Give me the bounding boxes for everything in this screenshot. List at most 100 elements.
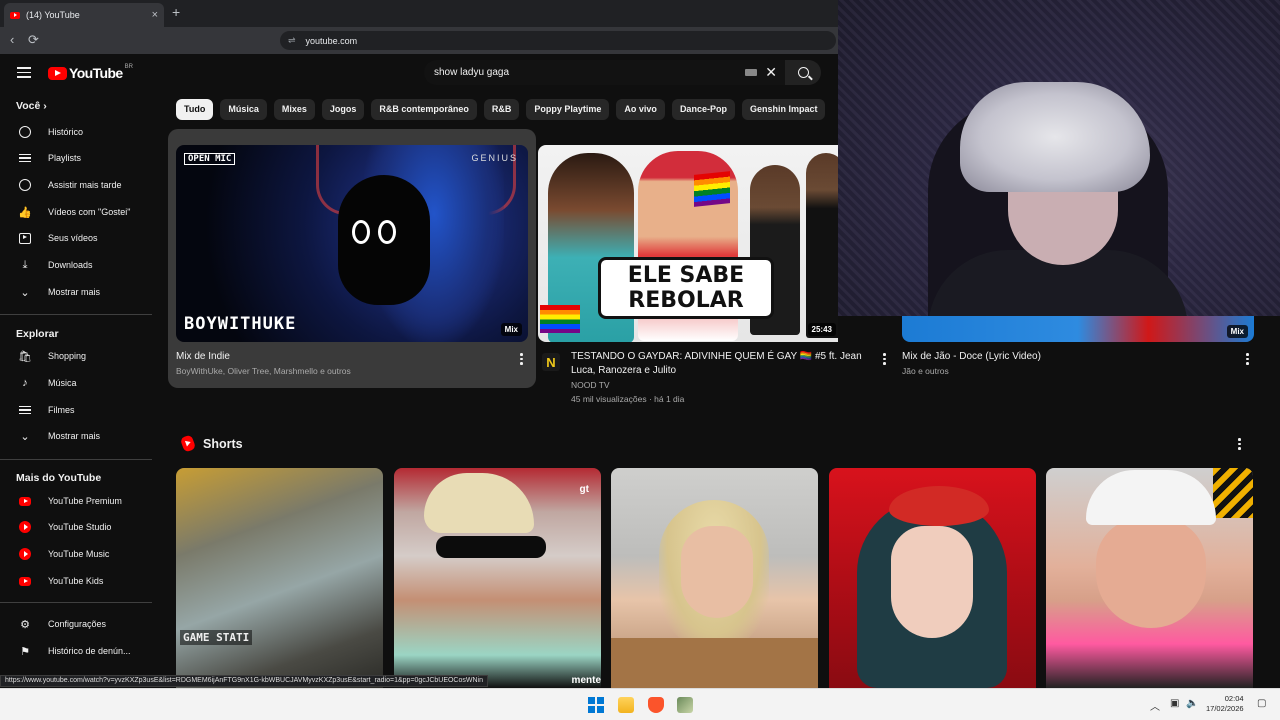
network-icon[interactable]: ▣ — [1170, 698, 1179, 709]
chip-mixes[interactable]: Mixes — [273, 99, 315, 120]
mix-badge-text: Mix — [504, 325, 518, 334]
short-thumbnail[interactable]: gt mente — [394, 468, 601, 688]
video-title[interactable]: TESTANDO O GAYDAR: ADIVINHE QUEM É GAY 🏳… — [571, 350, 871, 378]
sidebar-item-youtube-music[interactable]: YouTube Music — [0, 542, 160, 566]
channel-avatar[interactable]: N — [542, 353, 560, 371]
short-thumbnail[interactable] — [829, 468, 1036, 688]
search-button[interactable] — [785, 60, 821, 85]
sidebar-item-label: Filmes — [48, 405, 75, 415]
youtube-studio-icon — [18, 520, 32, 534]
browser-tab[interactable]: (14) YouTube × — [4, 3, 164, 27]
watch-later-icon — [18, 178, 32, 192]
sidebar-item-watch-later[interactable]: Assistir mais tarde — [0, 173, 160, 197]
sidebar-item-label: Seus vídeos — [48, 233, 98, 243]
chip-poppy-playtime[interactable]: Poppy Playtime — [526, 99, 610, 120]
chevron-right-icon: › — [43, 100, 47, 112]
short-face — [1096, 518, 1206, 628]
sidebar-item-label: Vídeos com "Gostei" — [48, 207, 131, 217]
chip-tudo[interactable]: Tudo — [176, 99, 214, 120]
rainbow-flag — [540, 305, 580, 333]
sidebar-item-shopping[interactable]: 🛍 Shopping — [0, 344, 160, 368]
chip-genshin-impact[interactable]: Genshin Impact — [741, 99, 826, 120]
short-subtitle-text: mente — [571, 675, 601, 686]
chip-dance-pop[interactable]: Dance-Pop — [671, 99, 735, 120]
reload-icon[interactable]: ⟳ — [28, 32, 39, 48]
sidebar-item-playlists[interactable]: Playlists — [0, 146, 160, 170]
mix-badge: Mix — [500, 323, 522, 336]
channel-name[interactable]: NOOD TV — [571, 378, 871, 392]
short-thumbnail[interactable] — [1046, 468, 1253, 688]
chip-rnb-contemporaneo[interactable]: R&B contemporâneo — [371, 99, 477, 120]
sidebar-item-liked[interactable]: 👍 Vídeos com "Gostei" — [0, 200, 160, 224]
more-options-icon[interactable] — [1246, 353, 1250, 367]
tray-chevron-icon[interactable]: ︿ — [1150, 698, 1160, 713]
windows-start-icon[interactable] — [588, 697, 604, 713]
url-field[interactable]: ⇌ youtube.com — [280, 31, 836, 50]
chevron-down-icon: ⌄ — [20, 430, 30, 443]
video-thumbnail-gaydar[interactable]: ELE SABE REBOLAR 25:43 — [538, 145, 838, 342]
sidebar-item-your-videos[interactable]: Seus vídeos — [0, 226, 160, 250]
video-meta-gaydar: TESTANDO O GAYDAR: ADIVINHE QUEM É GAY 🏳… — [571, 350, 871, 406]
video-thumbnail-mix-indie[interactable]: OPEN MIC GENIUS BOYWITHUKE Mix — [176, 145, 528, 342]
app-icon[interactable] — [677, 697, 693, 713]
site-settings-icon[interactable]: ⇌ — [288, 35, 296, 46]
tab-close-icon[interactable]: × — [152, 9, 158, 21]
mask-eye — [378, 220, 396, 244]
taskbar-clock[interactable]: 02:04 17/02/2026 — [1206, 694, 1244, 714]
mix-badge: Mix — [1226, 325, 1248, 338]
sidebar-item-musica[interactable]: ♪ Música — [0, 371, 160, 395]
sidebar-item-report-history[interactable]: ⚑ Histórico de denún... — [0, 639, 160, 663]
divider — [0, 459, 152, 460]
sidebar-item-label: Downloads — [48, 260, 93, 270]
thumb-caption-line-1: ELE SABE — [627, 263, 745, 288]
clear-search-icon[interactable]: ✕ — [765, 64, 777, 81]
video-thumbnail-mix-jao[interactable]: Mix — [902, 316, 1254, 342]
video-title[interactable]: Mix de Indie — [176, 350, 506, 364]
sidebar-item-label: Configurações — [48, 619, 107, 629]
mask-eye — [352, 220, 370, 244]
chip-ao-vivo[interactable]: Ao vivo — [616, 99, 665, 120]
history-icon — [18, 125, 32, 139]
sidebar-item-downloads[interactable]: ⤓ Downloads — [0, 253, 160, 277]
back-arrow-icon[interactable]: ‹ — [10, 32, 14, 47]
chip-jogos[interactable]: Jogos — [321, 99, 365, 120]
video-subtitle[interactable]: Jão e outros — [902, 364, 1232, 378]
menu-icon[interactable] — [17, 67, 31, 78]
volume-icon[interactable]: 🔈 — [1186, 698, 1198, 709]
search-input[interactable]: show ladyu gaga ✕ — [424, 60, 785, 85]
chip-rnb[interactable]: R&B — [483, 99, 520, 120]
short-face — [891, 526, 973, 638]
windows-taskbar: ︿ ▣ 🔈 02:04 17/02/2026 ▢ — [0, 688, 1280, 720]
video-subtitle[interactable]: BoyWithUke, Oliver Tree, Marshmello e ou… — [176, 364, 506, 378]
keyboard-icon[interactable] — [745, 69, 757, 76]
shopping-icon: 🛍 — [18, 350, 32, 363]
sidebar-item-show-more-explorar[interactable]: ⌄ Mostrar mais — [0, 424, 160, 448]
sidebar-item-youtube-premium[interactable]: YouTube Premium — [0, 489, 160, 513]
video-title[interactable]: Mix de Jão - Doce (Lyric Video) — [902, 350, 1232, 364]
short-thumbnail[interactable] — [611, 468, 818, 688]
brave-browser-icon[interactable] — [648, 697, 664, 713]
sidebar-item-historico[interactable]: Histórico — [0, 120, 160, 144]
rainbow-flag — [694, 171, 730, 207]
new-tab-button[interactable]: + — [172, 4, 180, 20]
sidebar-item-show-more[interactable]: ⌄ Mostrar mais — [0, 280, 160, 304]
short-thumbnail[interactable]: GAME STATI — [176, 468, 383, 688]
url-text: youtube.com — [305, 35, 358, 46]
youtube-logo[interactable]: YouTube BR — [48, 64, 133, 81]
notification-icon[interactable]: ▢ — [1257, 698, 1266, 709]
sidebar-item-youtube-kids[interactable]: YouTube Kids — [0, 569, 160, 593]
link-preview-status: https://www.youtube.com/watch?v=yvzKXZp3… — [0, 675, 488, 687]
sidebar-item-label: YouTube Music — [48, 549, 110, 559]
more-options-icon[interactable] — [883, 353, 887, 367]
sidebar-voce-title[interactable]: Você › — [16, 100, 47, 112]
sidebar-item-settings[interactable]: ⚙ Configurações — [0, 612, 160, 636]
sidebar-item-youtube-studio[interactable]: YouTube Studio — [0, 515, 160, 539]
sidebar-item-filmes[interactable]: Filmes — [0, 398, 160, 422]
youtube-kids-icon — [18, 574, 32, 588]
youtube-play-logo-icon — [48, 66, 67, 80]
short-hair-bow — [889, 486, 989, 526]
more-options-icon[interactable] — [520, 353, 524, 367]
file-explorer-icon[interactable] — [618, 697, 634, 713]
chip-musica[interactable]: Música — [220, 99, 267, 120]
shorts-more-options-icon[interactable] — [1238, 438, 1242, 452]
